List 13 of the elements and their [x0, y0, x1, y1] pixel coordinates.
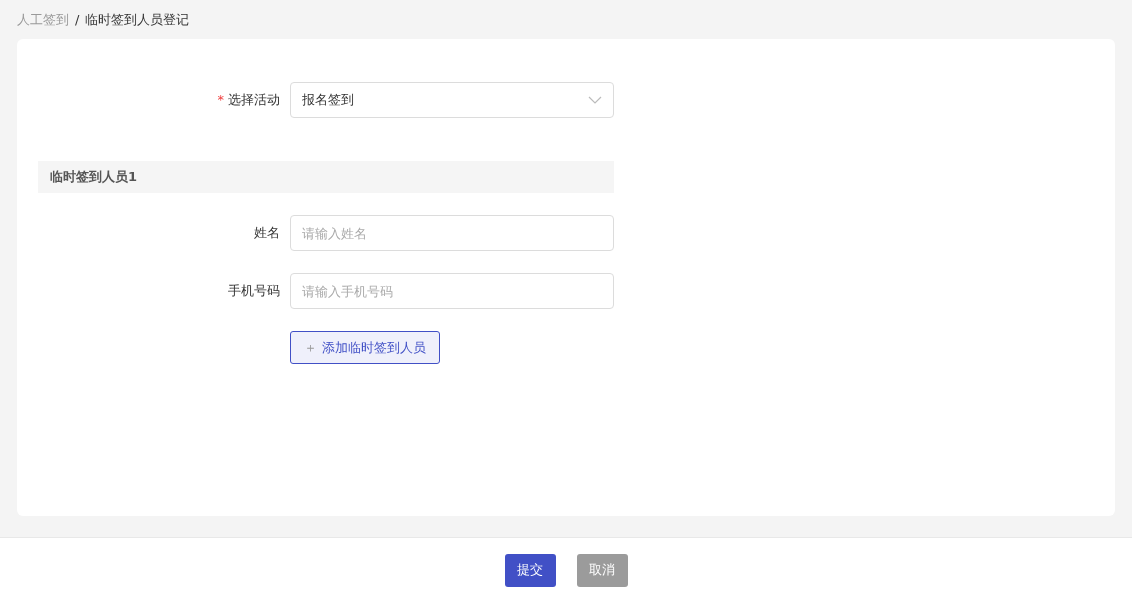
text-field[interactable]: 请输入手机号码 — [290, 273, 614, 309]
field-label: 选择活动 — [228, 91, 280, 110]
activity-select[interactable]: 报名签到 — [290, 82, 614, 118]
breadcrumb-separator: / — [75, 10, 80, 29]
required-mark: * — [217, 91, 224, 110]
submit-button[interactable]: 提交 — [504, 553, 556, 587]
chevron-down-icon — [588, 96, 602, 104]
field-label: 姓名 — [253, 224, 281, 243]
breadcrumb-current: 临时签到人员登记 — [85, 10, 190, 29]
add-person-button[interactable]: ＋ 添加临时签到人员 — [290, 331, 440, 364]
text-field[interactable]: 请输入姓名 — [290, 215, 614, 251]
section-header: 临时签到人员1 — [38, 161, 614, 193]
field-label: 手机号码 — [227, 282, 281, 301]
